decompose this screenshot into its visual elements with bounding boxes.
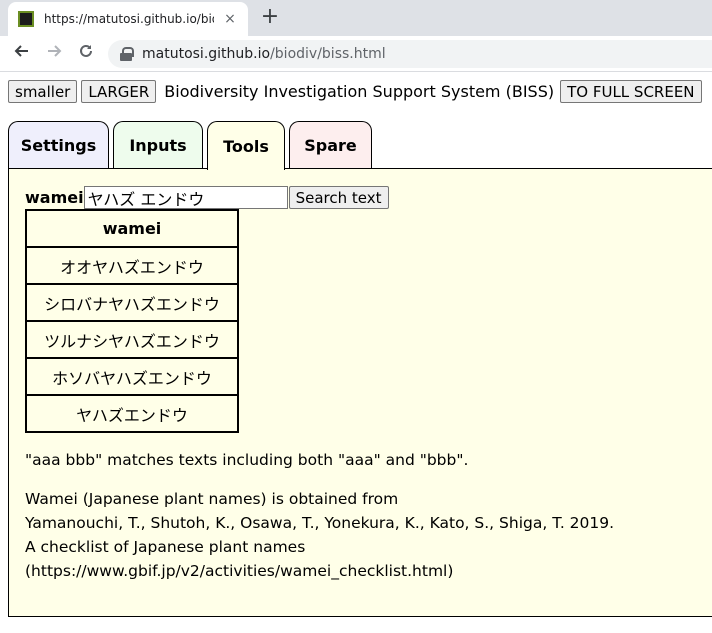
results-table: wamei オオヤハズエンドウ シロバナヤハズエンドウ ツルナシヤハズエンドウ … xyxy=(25,209,239,433)
table-cell: ホソバヤハズエンドウ xyxy=(25,357,239,396)
search-text-button[interactable]: Search text xyxy=(288,186,389,209)
table-cell: ツルナシヤハズエンドウ xyxy=(25,320,239,359)
tab-spare[interactable]: Spare xyxy=(289,121,372,169)
browser-toolbar: matutosi.github.io/biodiv/biss.html xyxy=(0,36,712,72)
table-cell: シロバナヤハズエンドウ xyxy=(25,283,239,322)
table-row: オオヤハズエンドウ xyxy=(25,246,239,285)
close-tab-icon[interactable]: × xyxy=(222,11,238,27)
page-tabs: Settings Inputs Tools Spare xyxy=(8,120,376,170)
tab-tools[interactable]: Tools xyxy=(207,121,285,170)
larger-button[interactable]: LARGER xyxy=(81,80,157,103)
browser-tabstrip: https://matutosi.github.io/biodiv × + xyxy=(0,0,712,36)
address-bar[interactable]: matutosi.github.io/biodiv/biss.html xyxy=(108,40,712,68)
browser-tab[interactable]: https://matutosi.github.io/biodiv × xyxy=(8,2,248,36)
full-screen-button[interactable]: TO FULL SCREEN xyxy=(560,80,702,103)
citation-line: Wamei (Japanese plant names) is obtained… xyxy=(25,490,399,508)
table-row: シロバナヤハズエンドウ xyxy=(25,283,239,322)
tab-inputs[interactable]: Inputs xyxy=(113,121,203,169)
url-host: matutosi.github.io xyxy=(142,46,271,62)
source-citation: Wamei (Japanese plant names) is obtained… xyxy=(25,487,614,583)
browser-tab-title: https://matutosi.github.io/biodiv xyxy=(44,12,214,26)
citation-line: (https://www.gbif.jp/v2/activities/wamei… xyxy=(25,562,454,580)
forward-arrow-icon[interactable] xyxy=(42,42,66,66)
citation-line: A checklist of Japanese plant names xyxy=(25,538,306,556)
page-header: smaller LARGER Biodiversity Investigatio… xyxy=(8,79,702,104)
search-input[interactable] xyxy=(83,186,288,209)
tools-panel: wamei Search text wamei オオヤハズエンドウ シロバナヤハ… xyxy=(8,168,712,617)
search-row: wamei Search text xyxy=(25,186,389,209)
new-tab-icon[interactable]: + xyxy=(258,5,282,29)
reload-icon[interactable] xyxy=(74,42,98,66)
citation-line: Yamanouchi, T., Shutoh, K., Osawa, T., Y… xyxy=(25,514,615,532)
table-row: ヤハズエンドウ xyxy=(25,394,239,433)
table-row: ホソバヤハズエンドウ xyxy=(25,357,239,396)
table-cell: ヤハズエンドウ xyxy=(25,394,239,433)
back-arrow-icon[interactable] xyxy=(10,42,34,66)
url-path: /biodiv/biss.html xyxy=(270,46,386,62)
table-row: ツルナシヤハズエンドウ xyxy=(25,320,239,359)
match-hint-text: "aaa bbb" matches texts including both "… xyxy=(25,451,469,469)
url-text: matutosi.github.io/biodiv/biss.html xyxy=(142,46,386,62)
smaller-button[interactable]: smaller xyxy=(8,80,78,103)
table-cell: オオヤハズエンドウ xyxy=(25,246,239,285)
lock-icon xyxy=(120,47,134,61)
table-header-row: wamei xyxy=(25,209,239,248)
search-label: wamei xyxy=(25,188,84,207)
column-header-wamei: wamei xyxy=(25,209,239,248)
site-favicon-icon xyxy=(18,11,34,27)
tab-settings[interactable]: Settings xyxy=(8,121,109,169)
page-title: Biodiversity Investigation Support Syste… xyxy=(164,82,555,101)
